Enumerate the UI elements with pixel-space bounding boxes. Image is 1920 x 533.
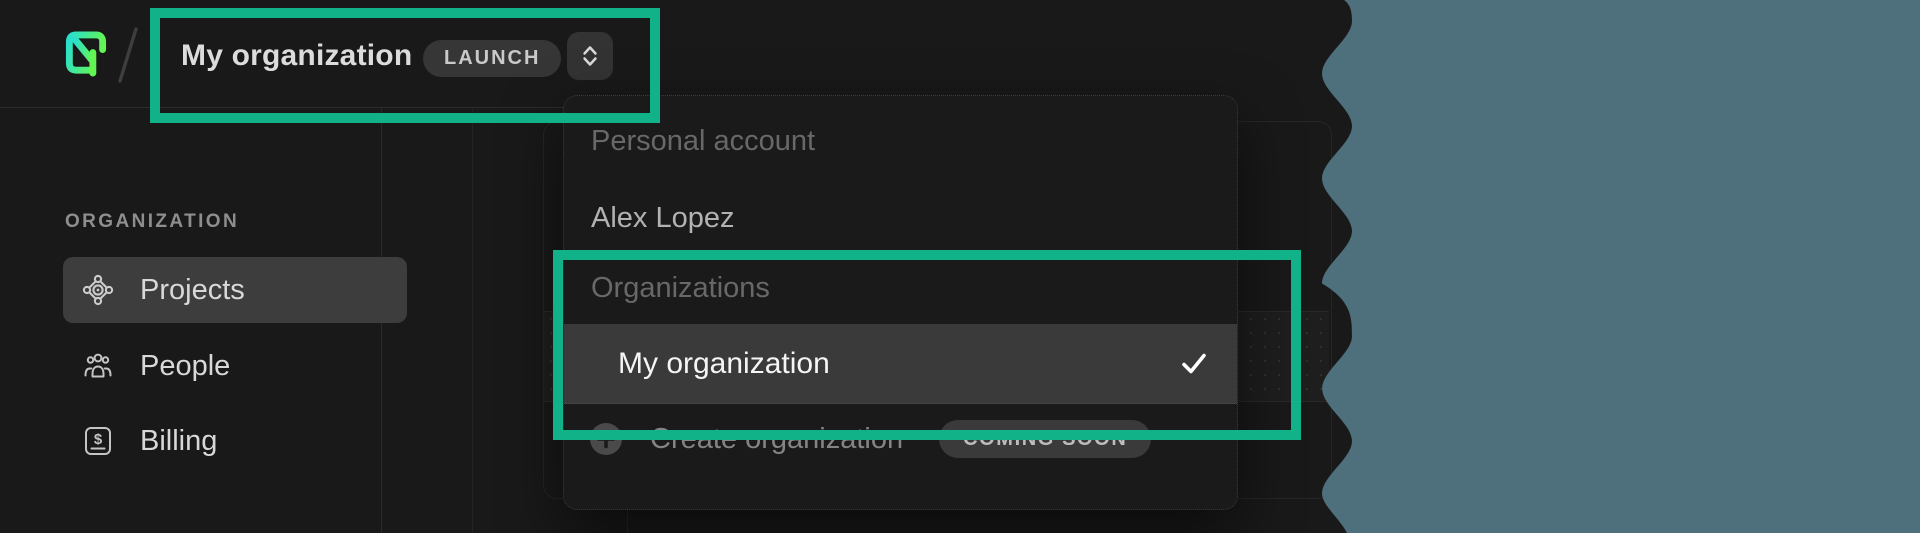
neon-logo-icon[interactable] xyxy=(64,31,108,77)
menu-item-label: Alex Lopez xyxy=(591,202,735,234)
sidebar-item-label: Billing xyxy=(140,425,217,458)
menu-item-alex-lopez[interactable]: Alex Lopez xyxy=(564,193,1237,243)
chevron-up-down-icon xyxy=(577,42,603,70)
account-menu: Personal account Alex Lopez Organization… xyxy=(563,95,1238,510)
plus-circle-icon xyxy=(589,422,623,456)
org-switcher-toggle-button[interactable] xyxy=(567,32,613,80)
menu-section-header-personal-account: Personal account xyxy=(591,126,815,156)
sidebar-item-label: People xyxy=(140,350,230,383)
app-canvas: My organization LAUNCH ORGANIZATION xyxy=(0,0,1920,533)
coming-soon-badge: COMING SOON xyxy=(939,420,1151,458)
menu-item-create-organization[interactable]: Create organization COMING SOON xyxy=(564,414,1237,464)
menu-item-label: My organization xyxy=(618,349,830,379)
people-icon xyxy=(81,349,115,383)
menu-item-label: Create organization xyxy=(650,424,903,454)
sidebar-item-label: Projects xyxy=(140,274,245,307)
header-divider xyxy=(0,107,660,108)
sidebar-item-billing[interactable]: $ Billing xyxy=(63,408,407,474)
svg-text:$: $ xyxy=(94,431,103,448)
menu-item-my-organization[interactable]: My organization xyxy=(564,324,1237,404)
check-icon xyxy=(1177,350,1211,378)
sidebar-item-projects[interactable]: Projects xyxy=(63,257,407,323)
launch-badge: LAUNCH xyxy=(423,40,561,77)
content-divider xyxy=(472,107,473,533)
sidebar-item-people[interactable]: People xyxy=(63,333,407,399)
sidebar-section-label: ORGANIZATION xyxy=(65,211,239,233)
breadcrumb-separator xyxy=(114,27,142,83)
screenshot-stage: My organization LAUNCH ORGANIZATION xyxy=(0,0,1920,533)
org-switcher-title[interactable]: My organization xyxy=(181,41,412,71)
projects-icon xyxy=(81,273,115,307)
billing-icon: $ xyxy=(81,424,115,458)
menu-section-header-organizations: Organizations xyxy=(591,273,770,303)
